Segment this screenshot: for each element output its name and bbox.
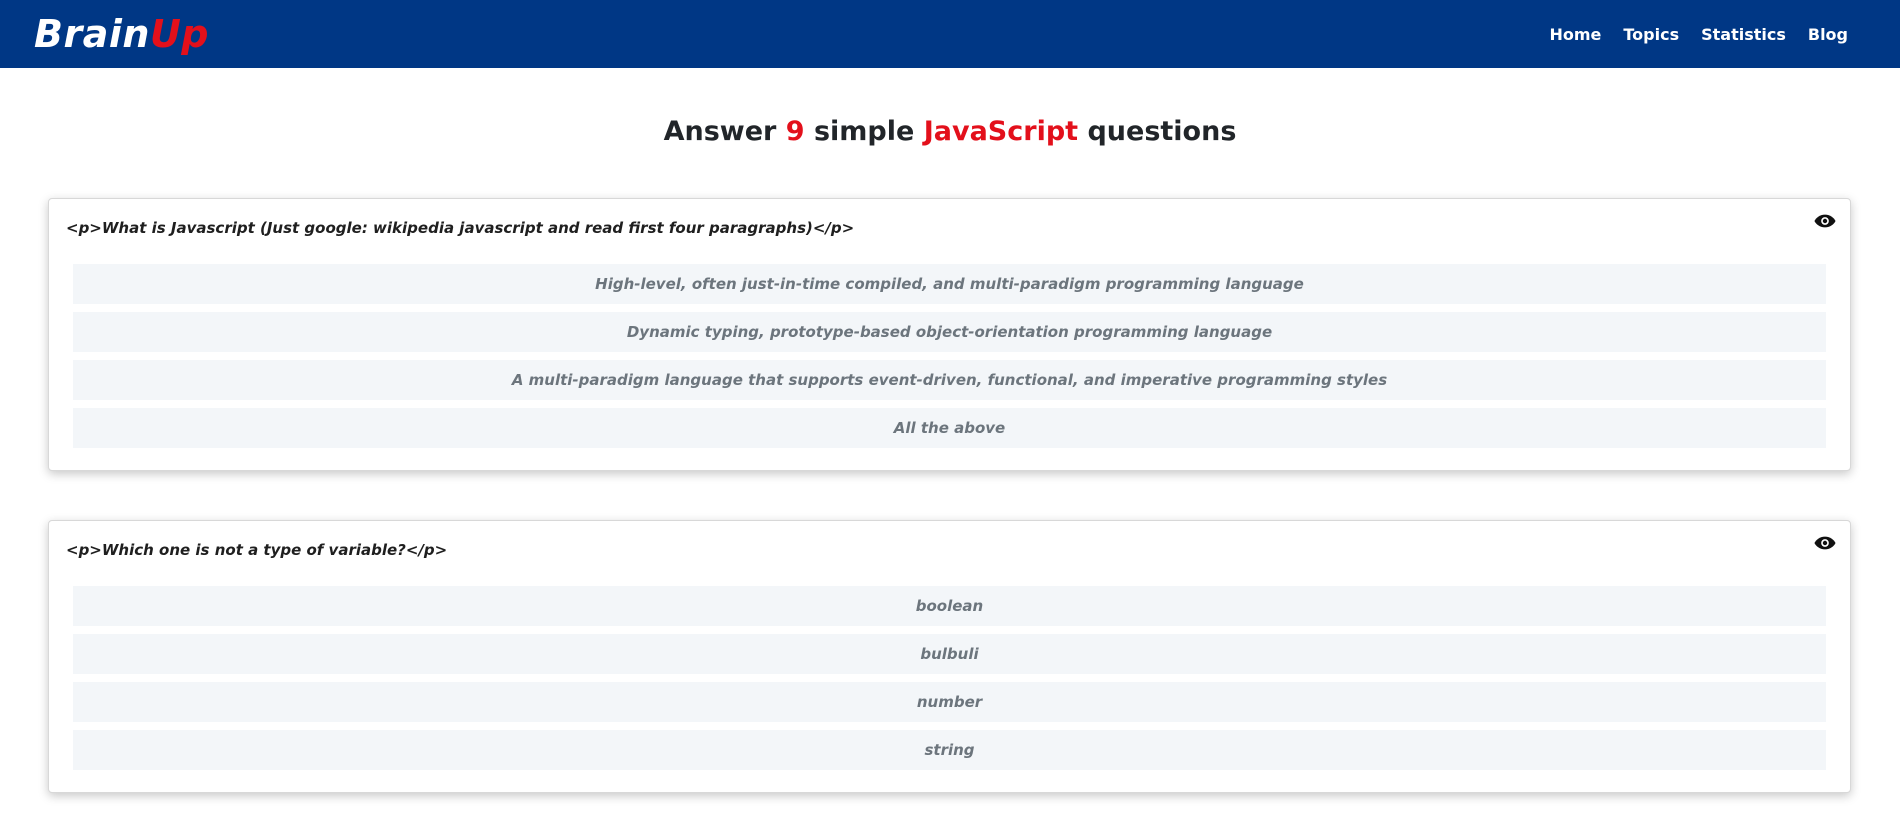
nav-home-link[interactable]: Home bbox=[1549, 25, 1601, 44]
nav-statistics-link[interactable]: Statistics bbox=[1701, 25, 1786, 44]
answer-option[interactable]: number bbox=[73, 682, 1826, 722]
eye-icon[interactable] bbox=[1814, 213, 1836, 229]
quiz-topic: JavaScript bbox=[923, 116, 1079, 147]
answer-options: High-level, often just-in-time compiled,… bbox=[73, 264, 1826, 456]
page-title: Answer 9 simple JavaScript questions bbox=[0, 116, 1900, 147]
title-prefix: Answer bbox=[663, 116, 777, 147]
question-card-2: <p>Which one is not a type of variable?<… bbox=[48, 520, 1851, 793]
nav-topics-link[interactable]: Topics bbox=[1623, 25, 1679, 44]
question-card-1: <p>What is Javascript (Just google: wiki… bbox=[48, 198, 1851, 471]
answer-option[interactable]: Dynamic typing, prototype-based object-o… bbox=[73, 312, 1826, 352]
title-suffix: questions bbox=[1087, 116, 1237, 147]
answer-option[interactable]: High-level, often just-in-time compiled,… bbox=[73, 264, 1826, 304]
answer-option[interactable]: string bbox=[73, 730, 1826, 770]
question-text: <p>Which one is not a type of variable?<… bbox=[66, 541, 448, 559]
main-nav: Home Topics Statistics Blog bbox=[1549, 25, 1848, 44]
question-count: 9 bbox=[785, 116, 805, 147]
answer-option[interactable]: All the above bbox=[73, 408, 1826, 448]
nav-blog-link[interactable]: Blog bbox=[1808, 25, 1848, 44]
answer-option[interactable]: bulbuli bbox=[73, 634, 1826, 674]
logo-brain-text: Brain bbox=[34, 12, 150, 56]
question-text: <p>What is Javascript (Just google: wiki… bbox=[66, 219, 855, 237]
eye-icon[interactable] bbox=[1814, 535, 1836, 551]
brand-logo[interactable]: Brain Up bbox=[34, 12, 209, 56]
title-middle: simple bbox=[813, 116, 915, 147]
logo-up-text: Up bbox=[149, 12, 209, 56]
answer-option[interactable]: boolean bbox=[73, 586, 1826, 626]
answer-options: boolean bulbuli number string bbox=[73, 586, 1826, 778]
answer-option[interactable]: A multi-paradigm language that supports … bbox=[73, 360, 1826, 400]
navbar: Brain Up Home Topics Statistics Blog bbox=[0, 0, 1900, 68]
